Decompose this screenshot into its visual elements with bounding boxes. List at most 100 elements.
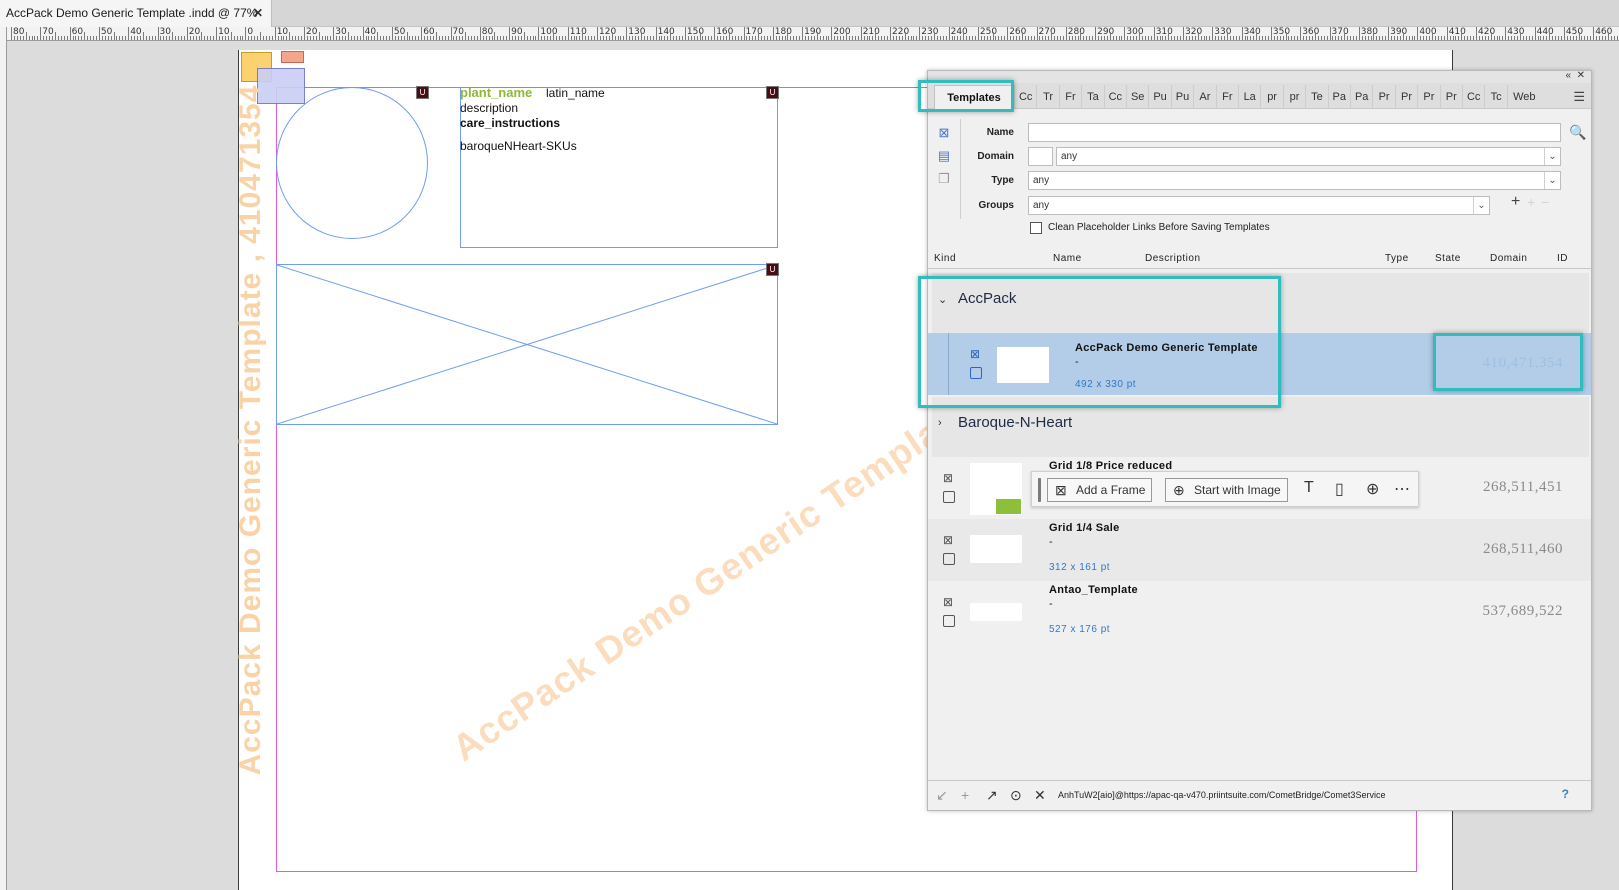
target-icon[interactable]: ⊙ bbox=[1010, 787, 1022, 804]
empty-image-frame[interactable] bbox=[276, 264, 778, 425]
ruler-tick bbox=[388, 36, 390, 40]
add-group-icon[interactable]: + bbox=[1511, 193, 1520, 211]
panel-tab[interactable]: La bbox=[1238, 85, 1260, 109]
clean-placeholder-checkbox[interactable] bbox=[1030, 222, 1042, 234]
ruler-tick bbox=[1168, 32, 1170, 40]
add-frame-button[interactable]: ⊠ Add a Frame bbox=[1047, 478, 1153, 502]
panel-menu-icon[interactable]: ☰ bbox=[1573, 89, 1585, 105]
ruler-tick bbox=[57, 36, 59, 40]
template-kind-icon[interactable]: ⊠ bbox=[936, 125, 952, 141]
ruler-tick bbox=[142, 32, 144, 40]
ruler-tick bbox=[617, 36, 619, 40]
col-type[interactable]: Type bbox=[1385, 253, 1409, 264]
panel-titlebar[interactable]: « ✕ bbox=[928, 71, 1591, 83]
col-name[interactable]: Name bbox=[1053, 253, 1082, 264]
vertical-ruler[interactable] bbox=[0, 27, 7, 890]
domain-id-input[interactable] bbox=[1028, 147, 1053, 166]
ruler-tick bbox=[807, 36, 809, 40]
close-panel-icon[interactable]: ✕ bbox=[1577, 71, 1585, 81]
ruler-tick bbox=[54, 32, 56, 40]
close-icon[interactable]: ✕ bbox=[253, 0, 263, 27]
open-external-icon[interactable]: ↗ bbox=[986, 787, 998, 804]
panel-tab[interactable]: pr bbox=[1260, 85, 1282, 109]
ruler-tick bbox=[649, 36, 651, 40]
name-input[interactable] bbox=[1028, 123, 1561, 142]
document-tab-title: AccPack Demo Generic Template .indd @ 77… bbox=[6, 6, 258, 20]
ruler-tick bbox=[1616, 36, 1618, 40]
circle-image-frame[interactable] bbox=[276, 87, 428, 239]
ruler-tick bbox=[1300, 27, 1302, 40]
anchor-marker[interactable]: U bbox=[766, 263, 779, 276]
panel-tab[interactable]: Pa bbox=[1350, 85, 1372, 109]
start-with-image-button[interactable]: ⊕ Start with Image bbox=[1165, 478, 1288, 502]
delete-icon[interactable]: ✕ bbox=[1034, 787, 1046, 804]
panel-tab[interactable]: Pr bbox=[1439, 85, 1462, 109]
panel-tab[interactable]: Pu bbox=[1170, 85, 1193, 109]
template-row[interactable]: ⊠ Grid 1/4 Sale - 312 x 161 pt 268,511,4… bbox=[928, 519, 1591, 581]
panel-tab[interactable]: Pr bbox=[1372, 85, 1394, 109]
ruler-tick bbox=[1396, 36, 1398, 40]
document-icon[interactable]: ▯ bbox=[1335, 479, 1344, 499]
table-view-icon[interactable]: ▤ bbox=[936, 148, 952, 164]
col-domain[interactable]: Domain bbox=[1490, 253, 1527, 264]
panel-tab[interactable]: Pa bbox=[1327, 85, 1350, 109]
placeholder-skus: baroqueNHeart-SKUs bbox=[460, 139, 577, 153]
col-state[interactable]: State bbox=[1435, 253, 1461, 264]
ruler-tick bbox=[1487, 36, 1489, 40]
panel-tab[interactable]: Web bbox=[1506, 85, 1541, 109]
ruler-tick bbox=[737, 36, 739, 40]
thumbnail-badge bbox=[996, 499, 1021, 514]
ruler-tick bbox=[204, 36, 206, 40]
collapse-panel-icon[interactable]: « bbox=[1565, 71, 1571, 81]
panel-tab[interactable]: Te bbox=[1305, 85, 1327, 109]
ruler-tick bbox=[345, 36, 347, 40]
document-tab[interactable]: AccPack Demo Generic Template .indd @ 77… bbox=[0, 0, 272, 27]
more-icon[interactable]: ⋯ bbox=[1394, 479, 1410, 499]
panel-tab[interactable]: Fr bbox=[1058, 85, 1081, 109]
template-row[interactable]: ⊠ Antao_Template - 527 x 176 pt 537,689,… bbox=[928, 581, 1591, 643]
add-icon[interactable]: + bbox=[961, 787, 969, 803]
chevron-right-icon[interactable]: › bbox=[938, 417, 942, 429]
col-id[interactable]: ID bbox=[1557, 253, 1568, 264]
panel-tab[interactable]: Cc bbox=[1103, 85, 1126, 109]
type-select[interactable]: any ⌄ bbox=[1028, 171, 1561, 190]
ruler-tick bbox=[1593, 27, 1595, 40]
ruler-tick bbox=[1367, 36, 1369, 40]
anchor-marker[interactable]: U bbox=[766, 86, 779, 99]
toolbar-grip[interactable] bbox=[1038, 478, 1041, 502]
ruler-tick bbox=[1464, 36, 1466, 40]
text-icon[interactable]: T bbox=[1304, 479, 1314, 497]
groups-select[interactable]: any ⌄ bbox=[1028, 196, 1490, 215]
panel-tab[interactable]: Cc bbox=[1462, 85, 1484, 109]
panel-tab[interactable]: Pu bbox=[1148, 85, 1170, 109]
panel-tab[interactable]: Fr bbox=[1215, 85, 1238, 109]
search-icon[interactable]: 🔍 bbox=[1569, 124, 1586, 141]
panel-tab[interactable]: pr bbox=[1282, 85, 1305, 109]
anchor-marker[interactable]: U bbox=[416, 86, 429, 99]
ruler-tick bbox=[1095, 27, 1097, 40]
panel-tab[interactable]: Tc bbox=[1484, 85, 1506, 109]
ruler-tick bbox=[1177, 36, 1179, 40]
col-kind[interactable]: Kind bbox=[934, 253, 956, 264]
col-description[interactable]: Description bbox=[1145, 253, 1201, 264]
panel-tab[interactable]: Ar bbox=[1193, 85, 1215, 109]
add-page-icon[interactable]: ⊕ bbox=[1366, 479, 1379, 499]
panel-tab[interactable]: Se bbox=[1126, 85, 1148, 109]
ruler-tick bbox=[81, 36, 83, 40]
panel-tab[interactable]: Pr bbox=[1394, 85, 1417, 109]
ruler-tick bbox=[397, 36, 399, 40]
ruler-tick bbox=[1490, 32, 1492, 40]
ruler-tick bbox=[500, 36, 502, 40]
import-icon[interactable]: ↙ bbox=[936, 787, 948, 804]
horizontal-ruler[interactable]: 80 70 60 50 40 30 20 10 0 10 20 30 40 50 60 70 80 90 100 11… bbox=[7, 27, 1619, 41]
salmon-frame-marker[interactable] bbox=[281, 51, 304, 63]
layers-icon[interactable]: ❐ bbox=[936, 171, 952, 187]
panel-tab[interactable]: Pr bbox=[1417, 85, 1439, 109]
panel-tab[interactable]: Cc bbox=[1014, 85, 1036, 109]
help-icon[interactable]: ? bbox=[1562, 787, 1569, 801]
panel-tab[interactable]: Tr bbox=[1036, 85, 1058, 109]
ruler-tick bbox=[878, 36, 880, 40]
panel-tab[interactable]: Ta bbox=[1081, 85, 1103, 109]
domain-select[interactable]: any ⌄ bbox=[1056, 147, 1561, 166]
ruler-tick bbox=[1408, 36, 1410, 40]
